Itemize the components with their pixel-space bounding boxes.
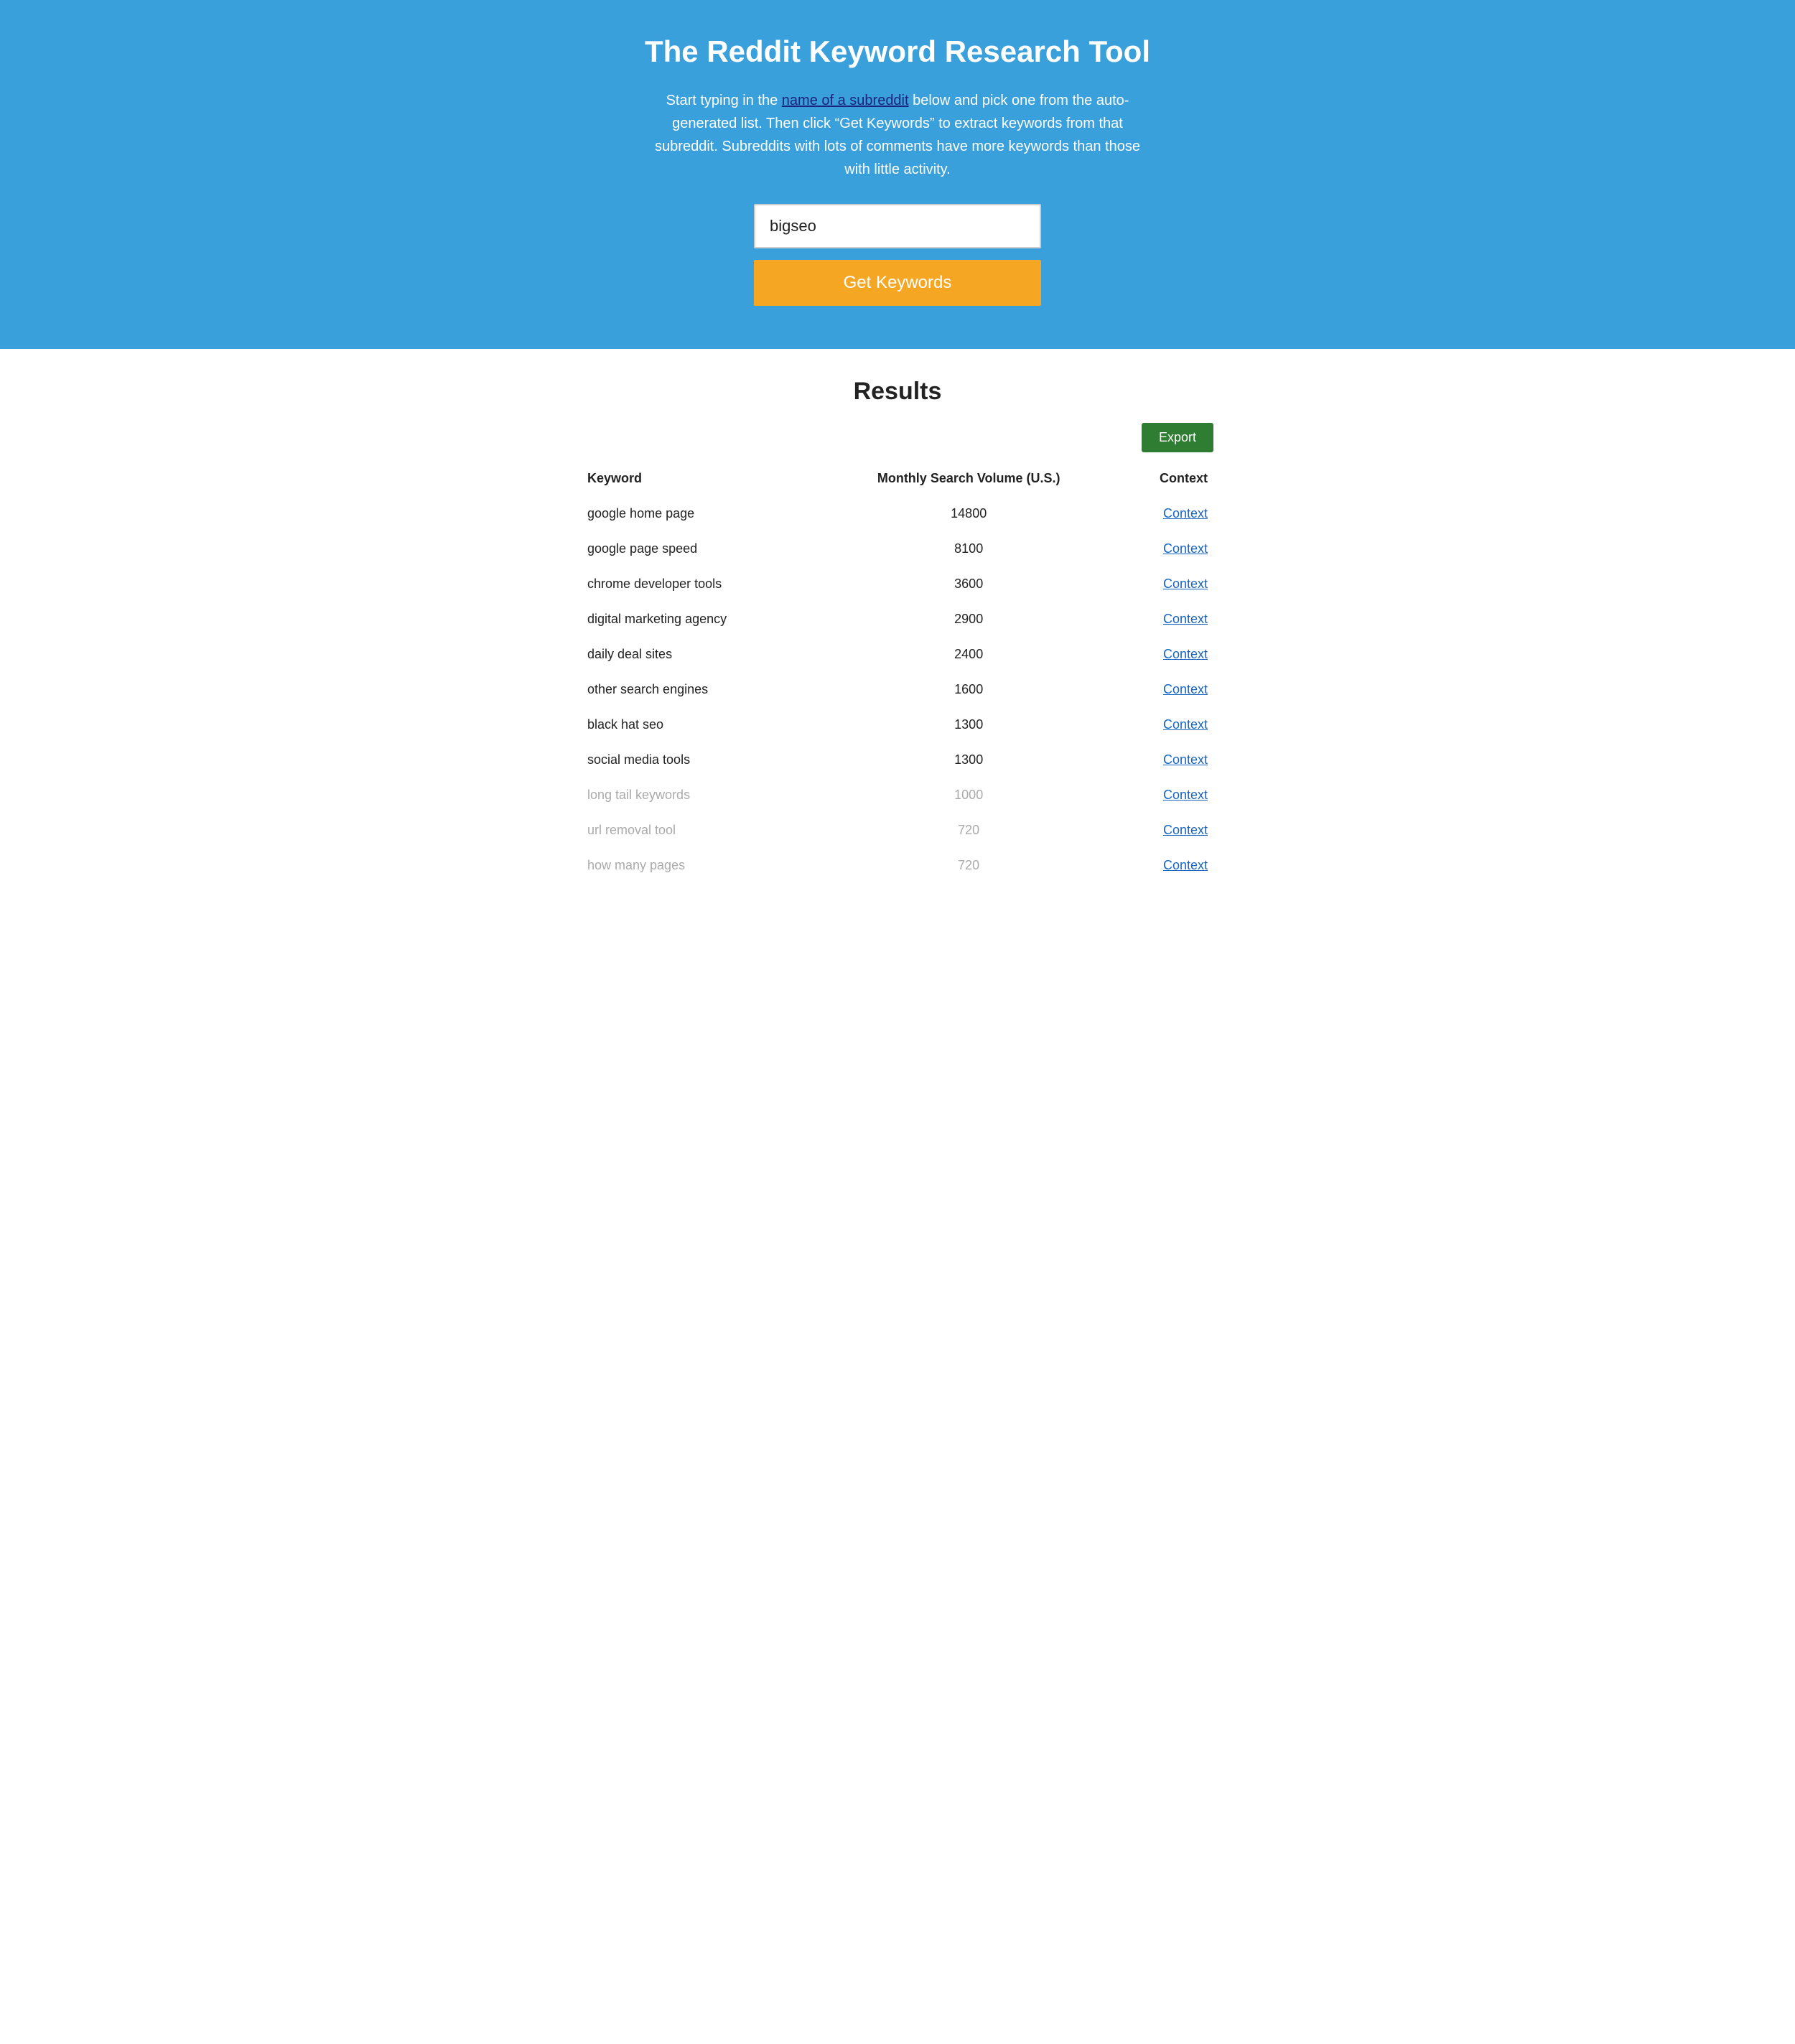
search-input[interactable]	[754, 204, 1041, 248]
hero-section: The Reddit Keyword Research Tool Start t…	[0, 0, 1795, 349]
cell-keyword: long tail keywords	[582, 778, 817, 813]
cell-keyword: google home page	[582, 496, 817, 531]
cell-context: Context	[1120, 602, 1213, 637]
subreddit-link[interactable]: name of a subreddit	[782, 93, 909, 108]
cell-context: Context	[1120, 672, 1213, 707]
cell-context: Context	[1120, 848, 1213, 883]
description-before: Start typing in the	[666, 93, 782, 108]
cell-volume: 2400	[817, 637, 1121, 672]
table-row: how many pages720 Context	[582, 848, 1213, 883]
context-link[interactable]: Context	[1163, 541, 1208, 556]
hero-description: Start typing in the name of a subreddit …	[646, 89, 1149, 181]
cell-volume: 1300	[817, 742, 1121, 778]
cell-keyword: url removal tool	[582, 813, 817, 848]
table-row: black hat seo1300 Context	[582, 707, 1213, 742]
results-section: Results Export Keyword Monthly Search Vo…	[538, 349, 1256, 912]
table-row: daily deal sites2400 Context	[582, 637, 1213, 672]
cell-context: Context	[1120, 778, 1213, 813]
context-link[interactable]: Context	[1163, 506, 1208, 521]
cell-context: Context	[1120, 637, 1213, 672]
context-link[interactable]: Context	[1163, 577, 1208, 591]
cell-keyword: how many pages	[582, 848, 817, 883]
cell-volume: 1600	[817, 672, 1121, 707]
get-keywords-button[interactable]: Get Keywords	[754, 260, 1041, 306]
context-link[interactable]: Context	[1163, 788, 1208, 802]
context-link[interactable]: Context	[1163, 858, 1208, 872]
cell-volume: 14800	[817, 496, 1121, 531]
context-link[interactable]: Context	[1163, 752, 1208, 767]
table-row: social media tools1300 Context	[582, 742, 1213, 778]
cell-context: Context	[1120, 531, 1213, 566]
cell-context: Context	[1120, 707, 1213, 742]
table-row: url removal tool720 Context	[582, 813, 1213, 848]
cell-keyword: daily deal sites	[582, 637, 817, 672]
col-header-volume: Monthly Search Volume (U.S.)	[817, 464, 1121, 496]
table-row: long tail keywords1000 Context	[582, 778, 1213, 813]
context-link[interactable]: Context	[1163, 682, 1208, 696]
cell-context: Context	[1120, 813, 1213, 848]
page-title: The Reddit Keyword Research Tool	[29, 34, 1766, 69]
col-header-keyword: Keyword	[582, 464, 817, 496]
col-header-context: Context	[1120, 464, 1213, 496]
cell-context: Context	[1120, 566, 1213, 602]
cell-volume: 8100	[817, 531, 1121, 566]
results-table: Keyword Monthly Search Volume (U.S.) Con…	[582, 464, 1213, 883]
cell-context: Context	[1120, 496, 1213, 531]
cell-keyword: digital marketing agency	[582, 602, 817, 637]
cell-volume: 1000	[817, 778, 1121, 813]
cell-keyword: chrome developer tools	[582, 566, 817, 602]
context-link[interactable]: Context	[1163, 823, 1208, 837]
cell-keyword: social media tools	[582, 742, 817, 778]
table-row: other search engines1600 Context	[582, 672, 1213, 707]
context-link[interactable]: Context	[1163, 717, 1208, 732]
table-row: google page speed8100 Context	[582, 531, 1213, 566]
cell-volume: 720	[817, 848, 1121, 883]
context-link[interactable]: Context	[1163, 612, 1208, 626]
cell-volume: 2900	[817, 602, 1121, 637]
cell-volume: 1300	[817, 707, 1121, 742]
cell-volume: 3600	[817, 566, 1121, 602]
table-header-row: Keyword Monthly Search Volume (U.S.) Con…	[582, 464, 1213, 496]
cell-keyword: google page speed	[582, 531, 817, 566]
cell-volume: 720	[817, 813, 1121, 848]
cell-context: Context	[1120, 742, 1213, 778]
table-row: chrome developer tools3600 Context	[582, 566, 1213, 602]
export-button[interactable]: Export	[1142, 423, 1213, 452]
export-row: Export	[582, 423, 1213, 452]
table-row: google home page14800 Context	[582, 496, 1213, 531]
table-row: digital marketing agency2900 Context	[582, 602, 1213, 637]
cell-keyword: other search engines	[582, 672, 817, 707]
context-link[interactable]: Context	[1163, 647, 1208, 661]
results-title: Results	[582, 378, 1213, 406]
cell-keyword: black hat seo	[582, 707, 817, 742]
